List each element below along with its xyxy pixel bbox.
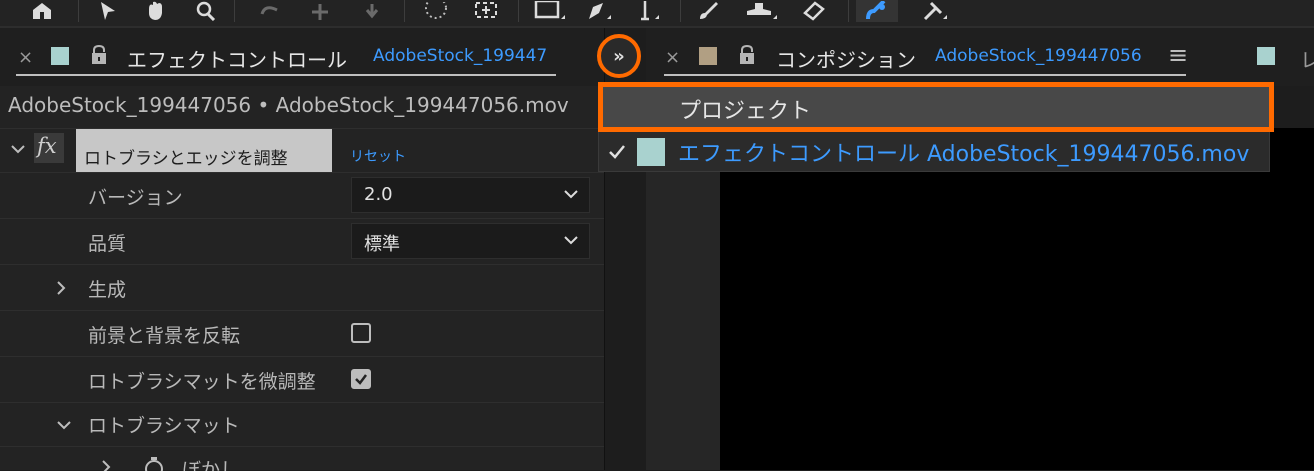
rectangle-tool-icon[interactable] (530, 0, 570, 22)
fx-toggle-button[interactable]: fx (34, 133, 64, 163)
menu-item-label: エフェクトコントロール AdobeStock_199447056.mov (678, 142, 1250, 167)
select-value: 標準 (364, 234, 400, 255)
stopwatch-icon[interactable] (142, 455, 166, 471)
close-tab-icon[interactable]: × (665, 47, 680, 68)
panel-overflow-button[interactable]: » (597, 34, 641, 78)
reset-link[interactable]: リセット (350, 146, 406, 166)
composition-tab-title[interactable]: コンポジション (776, 44, 916, 73)
rotate-tool-icon[interactable] (252, 0, 288, 22)
property-label: 前景と背景を反転 (88, 325, 241, 347)
effect-header-row: fx ロトブラシとエッジを調整 リセット (0, 128, 604, 173)
property-label: ロトブラシマットを微調整 (88, 371, 316, 393)
close-tab-icon[interactable]: × (18, 47, 33, 68)
property-row-fine-tune: ロトブラシマットを微調整 (0, 356, 604, 403)
label-color-swatch (637, 138, 665, 166)
menu-item-project[interactable]: プロジェクト (598, 82, 1274, 132)
property-row-roto-matte[interactable]: ロトブラシマット (0, 402, 604, 447)
property-label: バージョン (88, 187, 183, 209)
double-chevron-right-icon: » (613, 45, 625, 67)
toolbar (0, 0, 1314, 28)
eraser-tool-icon[interactable] (796, 0, 836, 22)
select-value: 2.0 (364, 184, 393, 205)
property-row-feather: ぼかし (0, 446, 604, 471)
composition-link[interactable]: AdobeStock_199447056 (935, 46, 1142, 66)
camera-orbit-tool-icon[interactable] (302, 0, 338, 22)
camera-dolly-tool-icon[interactable] (354, 0, 390, 22)
anchor-point-icon[interactable] (466, 0, 506, 22)
selection-tool-icon[interactable] (90, 0, 126, 22)
property-row-quality: 品質 標準 (0, 218, 604, 265)
property-label: 生成 (88, 279, 127, 301)
chevron-down-icon[interactable] (10, 141, 26, 160)
label-color-swatch (1257, 47, 1275, 65)
pan-behind-tool-icon[interactable] (418, 0, 454, 22)
property-row-version: バージョン 2.0 (0, 172, 604, 219)
lock-icon[interactable] (738, 45, 756, 65)
checkmark-icon (608, 144, 626, 164)
effect-controls-layer-link[interactable]: AdobeStock_199447 (373, 46, 547, 66)
menu-item-effect-controls[interactable]: エフェクトコントロール AdobeStock_199447056.mov (598, 132, 1270, 170)
label-color-swatch (699, 47, 717, 65)
chevron-right-icon[interactable] (55, 280, 67, 300)
menu-item-label: プロジェクト (679, 99, 812, 124)
effect-name: ロトブラシとエッジを調整 (84, 149, 288, 169)
effect-controls-tab-title[interactable]: エフェクトコントロール (127, 44, 347, 73)
zoom-tool-icon[interactable] (188, 0, 224, 22)
fine-tune-checkbox[interactable] (351, 369, 371, 389)
version-select[interactable]: 2.0 (351, 177, 590, 213)
quality-select[interactable]: 標準 (351, 223, 590, 259)
active-tab-underline (16, 74, 556, 76)
property-label: 品質 (88, 233, 127, 255)
chevron-down-icon[interactable] (56, 417, 72, 436)
property-row-invert: 前景と背景を反転 (0, 310, 604, 357)
panel-menu-icon[interactable]: ≡ (1168, 41, 1188, 69)
composition-viewer[interactable] (720, 128, 1314, 470)
pen-tool-icon[interactable] (580, 0, 620, 22)
chevron-down-icon (563, 232, 579, 251)
brush-tool-icon[interactable] (690, 0, 726, 22)
home-icon[interactable] (24, 0, 60, 22)
invert-checkbox[interactable] (351, 323, 371, 343)
hand-tool-icon[interactable] (138, 0, 174, 22)
effect-controls-breadcrumb: AdobeStock_199447056 • AdobeStock_199447… (8, 93, 569, 117)
property-label: ぼかし (182, 459, 240, 471)
type-tool-icon[interactable] (628, 0, 668, 22)
clone-stamp-tool-icon[interactable] (742, 0, 782, 22)
chevron-down-icon (563, 186, 579, 205)
puppet-pin-tool-icon[interactable] (916, 0, 956, 22)
effect-name-highlight[interactable]: ロトブラシとエッジを調整 (76, 129, 332, 173)
property-row-generate[interactable]: 生成 (0, 264, 604, 311)
chevron-right-icon[interactable] (100, 459, 112, 471)
roto-brush-tool-icon[interactable] (856, 0, 898, 22)
next-tab-title[interactable]: レ (1300, 44, 1314, 73)
label-color-swatch (51, 47, 69, 65)
lock-icon[interactable] (90, 45, 108, 65)
fx-icon: fx (37, 134, 57, 158)
property-label: ロトブラシマット (88, 415, 240, 437)
active-tab-underline (664, 74, 1186, 76)
